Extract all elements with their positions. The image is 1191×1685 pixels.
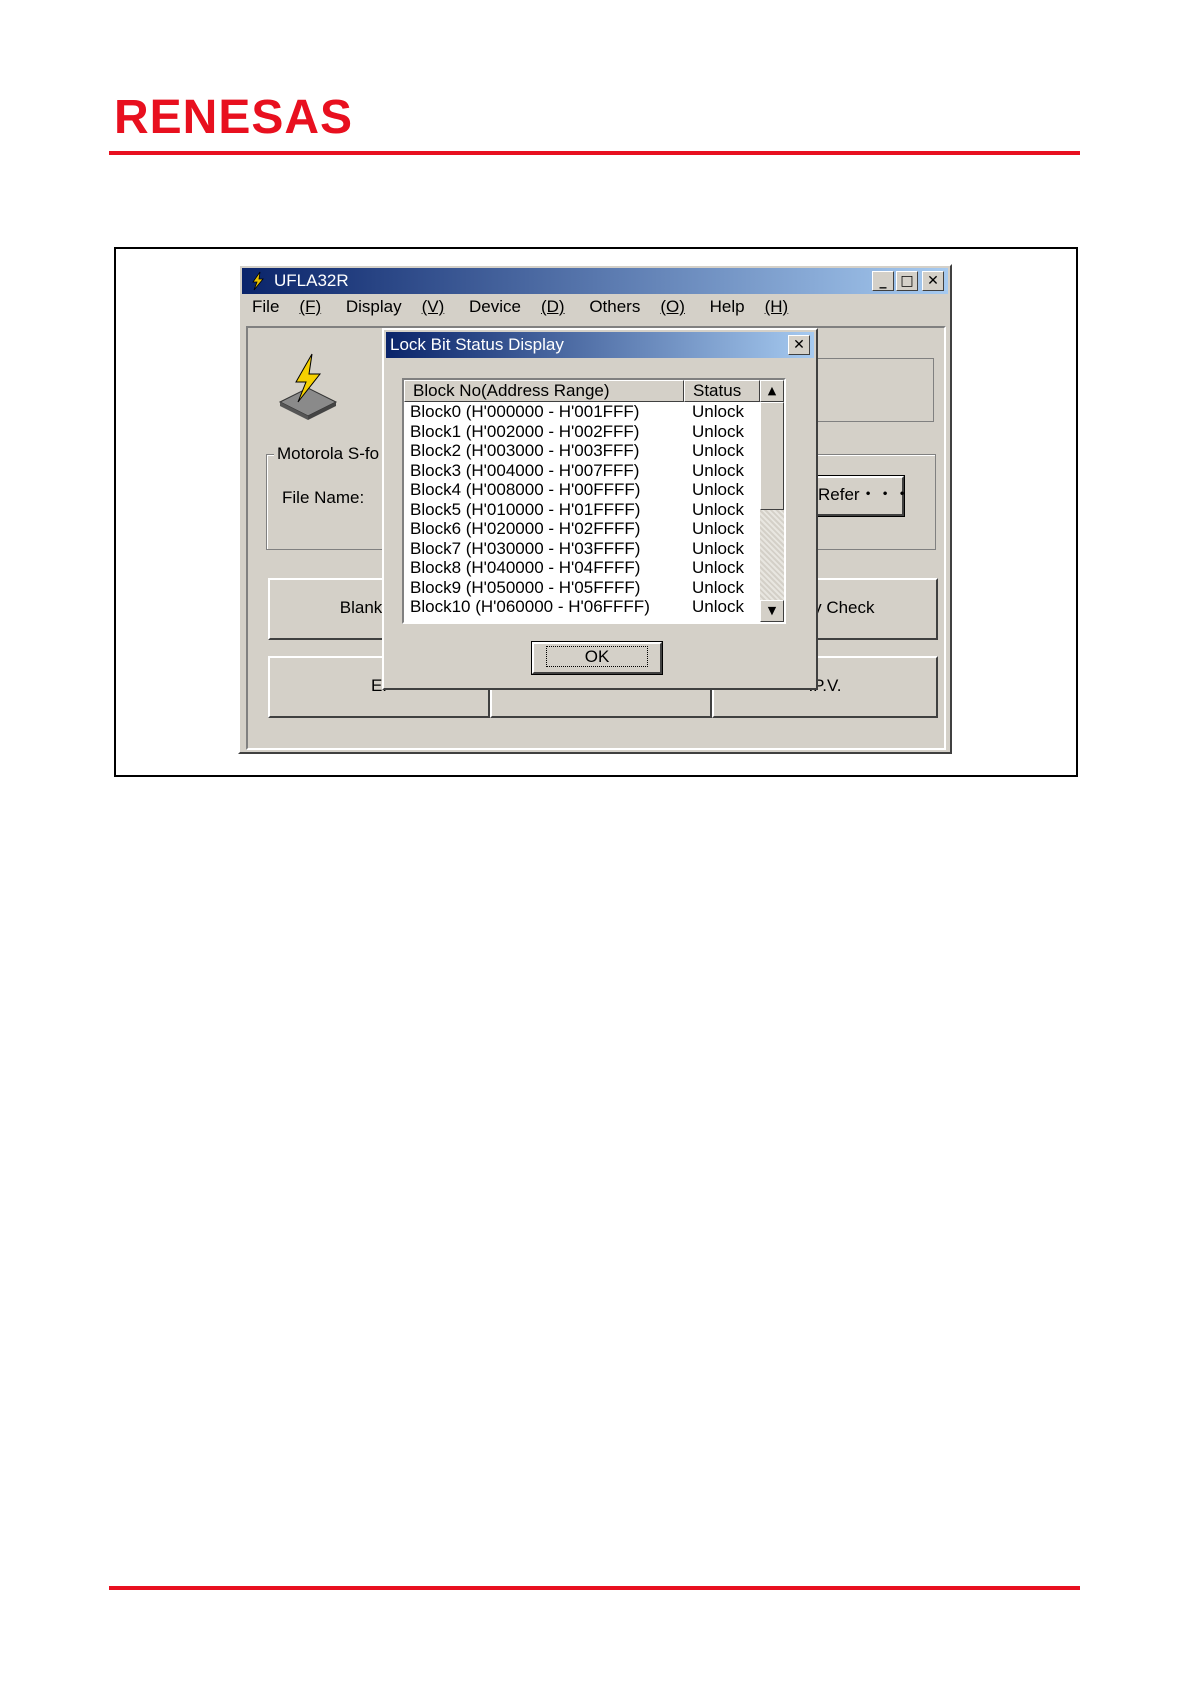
window-title: UFLA32R (274, 271, 349, 290)
list-item[interactable]: Block8 (H'040000 - H'04FFFF) Unlock (404, 558, 760, 578)
title-bar[interactable]: UFLA32R _ □ ✕ (242, 268, 948, 294)
dialog-title: Lock Bit Status Display (390, 335, 564, 354)
menu-others[interactable]: Others (O) (589, 297, 685, 316)
list-header: Block No(Address Range) Status (404, 380, 760, 402)
close-button[interactable]: ✕ (922, 271, 944, 291)
list-item[interactable]: Block0 (H'000000 - H'001FFF) Unlock (404, 402, 760, 422)
menu-bar: File (F) Display (V) Device (D) Others (O) H… (252, 297, 808, 317)
status-box (812, 358, 934, 422)
list-item[interactable]: Block2 (H'003000 - H'003FFF) Unlock (404, 441, 760, 461)
ok-button[interactable]: OK (531, 641, 663, 675)
scroll-up-icon[interactable]: ▲ (760, 380, 784, 402)
list-item[interactable]: Block9 (H'050000 - H'05FFFF) Unlock (404, 578, 760, 598)
menu-device[interactable]: Device (D) (469, 297, 565, 316)
column-header-status[interactable]: Status (684, 380, 760, 402)
file-name-label: File Name: (282, 488, 365, 507)
list-scrollbar[interactable]: ▲ ▼ (760, 380, 784, 622)
column-header-block[interactable]: Block No(Address Range) (404, 380, 684, 402)
renesas-logo: RENESAS (114, 91, 354, 144)
scroll-down-icon[interactable]: ▼ (760, 600, 784, 622)
group-label: Motorola S-fo (274, 444, 383, 464)
dialog-close-button[interactable]: ✕ (788, 335, 810, 355)
list-item[interactable]: Block4 (H'008000 - H'00FFFF) Unlock (404, 480, 760, 500)
list-item[interactable]: Block3 (H'004000 - H'007FFF) Unlock (404, 461, 760, 481)
list-item[interactable]: Block5 (H'010000 - H'01FFFF) Unlock (404, 500, 760, 520)
scroll-thumb[interactable] (760, 402, 784, 510)
maximize-button[interactable]: □ (896, 271, 918, 291)
footer-rule (109, 1586, 1080, 1590)
list-rows: Block0 (H'000000 - H'001FFF) Unlock Block… (404, 402, 760, 617)
ok-button-label: OK (545, 646, 649, 667)
refer-button[interactable]: Refer・・・ (815, 475, 911, 517)
flash-chip-icon (278, 353, 338, 420)
list-item[interactable]: Block7 (H'030000 - H'03FFFF) Unlock (404, 539, 760, 559)
dialog-title-bar[interactable]: Lock Bit Status Display ✕ (386, 332, 814, 358)
list-item[interactable]: Block6 (H'020000 - H'02FFFF) Unlock (404, 519, 760, 539)
menu-help[interactable]: Help (H) (710, 297, 789, 316)
minimize-button[interactable]: _ (872, 271, 894, 291)
lock-bit-list[interactable]: Block No(Address Range) Status Block0 (H… (402, 378, 786, 624)
list-item[interactable]: Block1 (H'002000 - H'002FFF) Unlock (404, 422, 760, 442)
lock-bit-dialog: Lock Bit Status Display ✕ Block No(Addre… (382, 328, 818, 690)
menu-display[interactable]: Display (V) (346, 297, 444, 316)
menu-file[interactable]: File (F) (252, 297, 321, 316)
app-icon (252, 271, 264, 291)
header-rule (109, 151, 1080, 155)
list-item[interactable]: Block10 (H'060000 - H'06FFFF) Unlock (404, 597, 760, 617)
